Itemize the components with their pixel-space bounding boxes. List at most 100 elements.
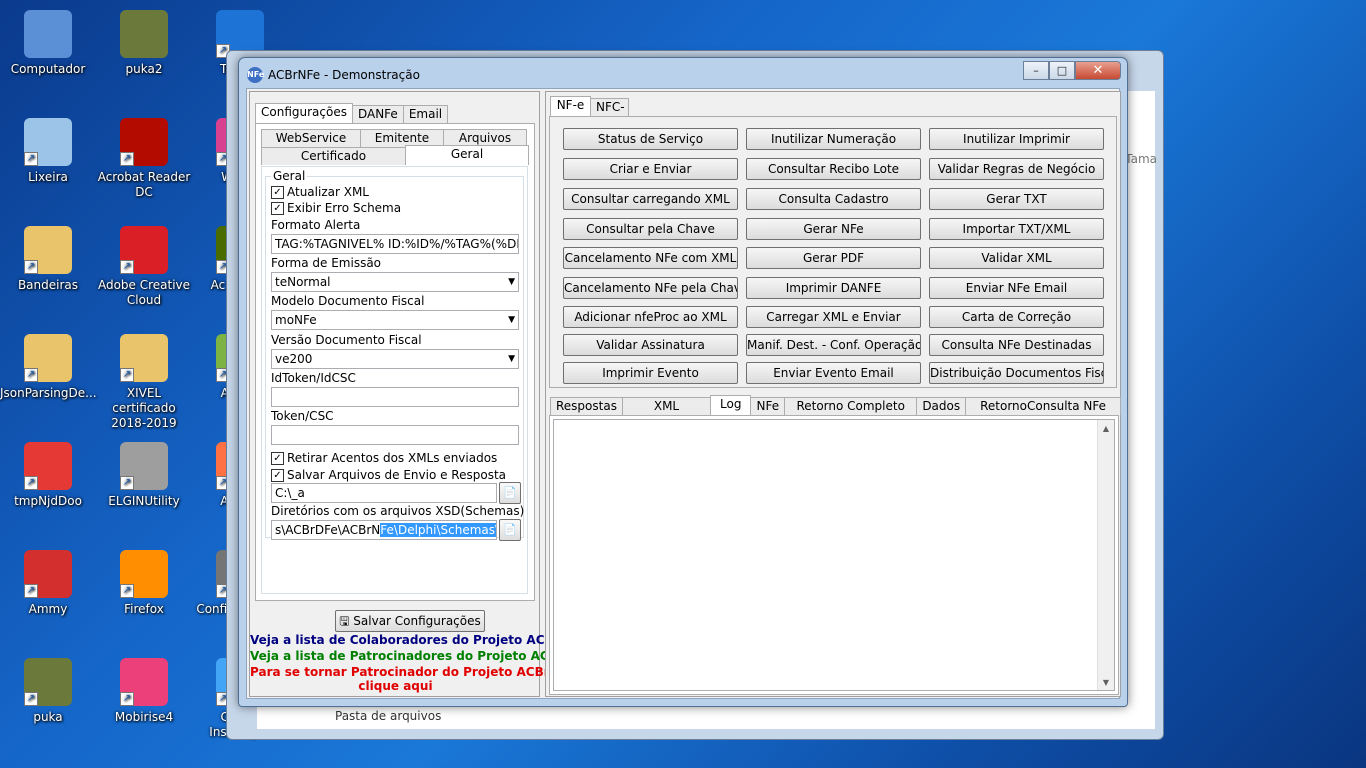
minimize-button[interactable]: – <box>1023 61 1049 80</box>
nfe-action-button-8-0[interactable]: Imprimir Evento <box>563 362 738 384</box>
nfe-action-button-4-1[interactable]: Gerar PDF <box>746 247 921 269</box>
folder-browse-button[interactable]: 📄 <box>499 482 521 504</box>
tab-nfce[interactable]: NFC-e <box>590 98 629 131</box>
desktop-icon-4[interactable]: ↗ Acrobat Reader DC <box>96 118 192 200</box>
tab-xml-resposta[interactable]: XML Resposta <box>621 397 712 430</box>
tab-retorno-completo[interactable]: Retorno Completo WS <box>784 397 918 430</box>
configuracoes-page: WebService Emitente Arquivos Certificado… <box>255 123 535 601</box>
modelo-select[interactable]: moNFe ▼ <box>271 310 519 330</box>
versao-select[interactable]: ve200 ▼ <box>271 349 519 369</box>
nfe-action-button-7-1[interactable]: Manif. Dest. - Conf. Operação <box>746 334 921 356</box>
schemas-browse-button[interactable]: 📄 <box>499 519 521 541</box>
desktop-icon-16[interactable]: ↗ Firefox <box>96 550 192 617</box>
desktop-icon-label: puka2 <box>125 62 163 76</box>
nfe-action-button-7-2[interactable]: Consulta NFe Destinadas <box>929 334 1104 356</box>
image-icon: ↗ <box>24 658 72 706</box>
versao-label: Versão Documento Fiscal <box>271 333 422 347</box>
desktop-icon-19[interactable]: ↗ Mobirise4 <box>96 658 192 725</box>
nfe-action-button-0-0[interactable]: Status de Serviço <box>563 128 738 150</box>
nfe-action-button-8-1[interactable]: Enviar Evento Email <box>746 362 921 384</box>
tab-geral[interactable]: Geral <box>405 145 529 165</box>
scroll-up-icon[interactable]: ▲ <box>1098 424 1114 433</box>
shortcut-arrow-icon: ↗ <box>120 260 134 274</box>
nfe-action-button-3-1[interactable]: Gerar NFe <box>746 218 921 240</box>
image-icon <box>120 10 168 58</box>
left-tabs: Configurações DANFe Email <box>255 103 449 125</box>
tab-nfe-result[interactable]: NFe <box>750 397 786 415</box>
nfe-action-button-2-2[interactable]: Gerar TXT <box>929 188 1104 210</box>
nfe-action-button-3-0[interactable]: Consultar pela Chave <box>563 218 738 240</box>
tab-danfe[interactable]: DANFe <box>351 105 404 123</box>
nfe-action-button-5-2[interactable]: Enviar NFe Email <box>929 277 1104 299</box>
retirar-acentos-checkbox[interactable]: ✓ Retirar Acentos dos XMLs enviados <box>271 451 497 465</box>
nfe-action-button-1-2[interactable]: Validar Regras de Negócio <box>929 158 1104 180</box>
nfe-action-button-4-0[interactable]: Cancelamento NFe com XML <box>563 247 738 269</box>
tab-nfe[interactable]: NF-e <box>550 96 591 116</box>
tab-email[interactable]: Email <box>402 105 449 123</box>
desktop-icon-12[interactable]: ↗ tmpNjdDoo <box>0 442 96 509</box>
patrocinadores-link[interactable]: Veja a lista de Patrocinadores do Projet… <box>250 649 564 663</box>
desktop-icon-9[interactable]: ↗ JsonParsingDe... <box>0 334 97 401</box>
nfe-action-button-4-2[interactable]: Validar XML <box>929 247 1104 269</box>
shortcut-arrow-icon: ↗ <box>24 476 38 490</box>
nfe-action-button-5-0[interactable]: Cancelamento NFe pela Chave <box>563 277 738 299</box>
desktop-icon-6[interactable]: ↗ Bandeiras <box>0 226 96 293</box>
exibir-erro-checkbox[interactable]: ✓ Exibir Erro Schema <box>271 201 401 215</box>
shortcut-arrow-icon: ↗ <box>24 368 38 382</box>
desktop-icon-15[interactable]: ↗ Ammy <box>0 550 96 617</box>
folder-icon: 📄 <box>503 486 517 499</box>
salvar-arquivos-checkbox[interactable]: ✓ Salvar Arquivos de Envio e Resposta <box>271 468 506 482</box>
tornar-patrocinador-link[interactable]: Para se tornar Patrocinador do Projeto A… <box>250 665 552 679</box>
close-button[interactable]: ✕ <box>1075 61 1121 80</box>
tab-certificado[interactable]: Certificado <box>261 147 406 165</box>
desktop-icon-1[interactable]: puka2 <box>96 10 192 77</box>
recycle-bin-icon: ↗ <box>24 118 72 166</box>
desktop-icon-7[interactable]: ↗ Adobe Creative Cloud <box>96 226 192 308</box>
desktop-icon-3[interactable]: ↗ Lixeira <box>0 118 96 185</box>
title-bar[interactable]: NFe ACBrNFe - Demonstração – □ ✕ <box>239 58 1127 88</box>
tab-configuracoes[interactable]: Configurações <box>255 103 353 123</box>
clique-aqui-link[interactable]: clique aqui <box>250 679 541 693</box>
folder-icon: ↗ <box>24 334 72 382</box>
desktop-icon-10[interactable]: ↗ XIVEL certificado 2018-2019 <box>96 334 192 431</box>
nfe-action-button-1-0[interactable]: Criar e Enviar <box>563 158 738 180</box>
log-textarea[interactable]: ▲ ▼ <box>553 419 1115 691</box>
desktop-icon-13[interactable]: ↗ ELGINUtility <box>96 442 192 509</box>
desktop-icon-18[interactable]: ↗ puka <box>0 658 96 725</box>
nfe-action-button-2-1[interactable]: Consulta Cadastro <box>746 188 921 210</box>
nfe-action-button-8-2[interactable]: Distribuição Documentos Fiscais <box>929 362 1104 384</box>
forma-emissao-select[interactable]: teNormal ▼ <box>271 272 519 292</box>
idtoken-input[interactable] <box>271 387 519 407</box>
tab-respostas[interactable]: Respostas <box>550 397 623 415</box>
formato-alerta-input[interactable]: TAG:%TAGNIVEL% ID:%ID%/%TAG%(%DESCRICA <box>271 234 519 254</box>
forma-emissao-label: Forma de Emissão <box>271 256 382 270</box>
token-input[interactable] <box>271 425 519 445</box>
nfe-action-button-0-2[interactable]: Inutilizar Imprimir <box>929 128 1104 150</box>
tab-webservice[interactable]: WebService <box>261 129 361 147</box>
path-input[interactable]: C:\_a <box>271 483 497 503</box>
nfe-action-button-7-0[interactable]: Validar Assinatura <box>563 334 738 356</box>
desktop-icon-label: XIVEL certificado 2018-2019 <box>111 386 177 430</box>
scroll-down-icon[interactable]: ▼ <box>1098 678 1114 687</box>
desktop-icon-label: puka <box>33 710 63 724</box>
nfe-action-button-6-1[interactable]: Carregar XML e Enviar <box>746 306 921 328</box>
nfe-action-button-5-1[interactable]: Imprimir DANFE <box>746 277 921 299</box>
desktop-icon-label: tmpNjdDoo <box>14 494 82 508</box>
log-scrollbar[interactable]: ▲ ▼ <box>1097 420 1114 690</box>
maximize-button[interactable]: □ <box>1049 61 1075 80</box>
nfe-action-button-1-1[interactable]: Consultar Recibo Lote <box>746 158 921 180</box>
tab-retorno-consulta[interactable]: RetornoConsulta NFe 2.01 <box>965 397 1122 430</box>
desktop-icon-0[interactable]: Computador <box>0 10 96 77</box>
atualizar-xml-checkbox[interactable]: ✓ Atualizar XML <box>271 185 369 199</box>
schemas-input[interactable]: s\ACBrDFe\ACBrNFe\Delphi\Schemas\VE200 <box>271 520 497 540</box>
colaboradores-link[interactable]: Veja a lista de Colaboradores do Projeto… <box>250 633 560 647</box>
tab-dados[interactable]: Dados <box>916 397 967 415</box>
tab-log[interactable]: Log <box>710 395 752 415</box>
nfe-action-button-2-0[interactable]: Consultar carregando XML <box>563 188 738 210</box>
nfe-action-button-6-2[interactable]: Carta de Correção <box>929 306 1104 328</box>
salvar-configuracoes-button[interactable]: 🖫 Salvar Configurações <box>335 610 485 632</box>
nfe-action-button-6-0[interactable]: Adicionar nfeProc ao XML <box>563 306 738 328</box>
nfe-action-button-0-1[interactable]: Inutilizar Numeração <box>746 128 921 150</box>
geral-page: Geral ✓ Atualizar XML ✓ Exibir Erro Schema… <box>261 166 528 594</box>
nfe-action-button-3-2[interactable]: Importar TXT/XML <box>929 218 1104 240</box>
